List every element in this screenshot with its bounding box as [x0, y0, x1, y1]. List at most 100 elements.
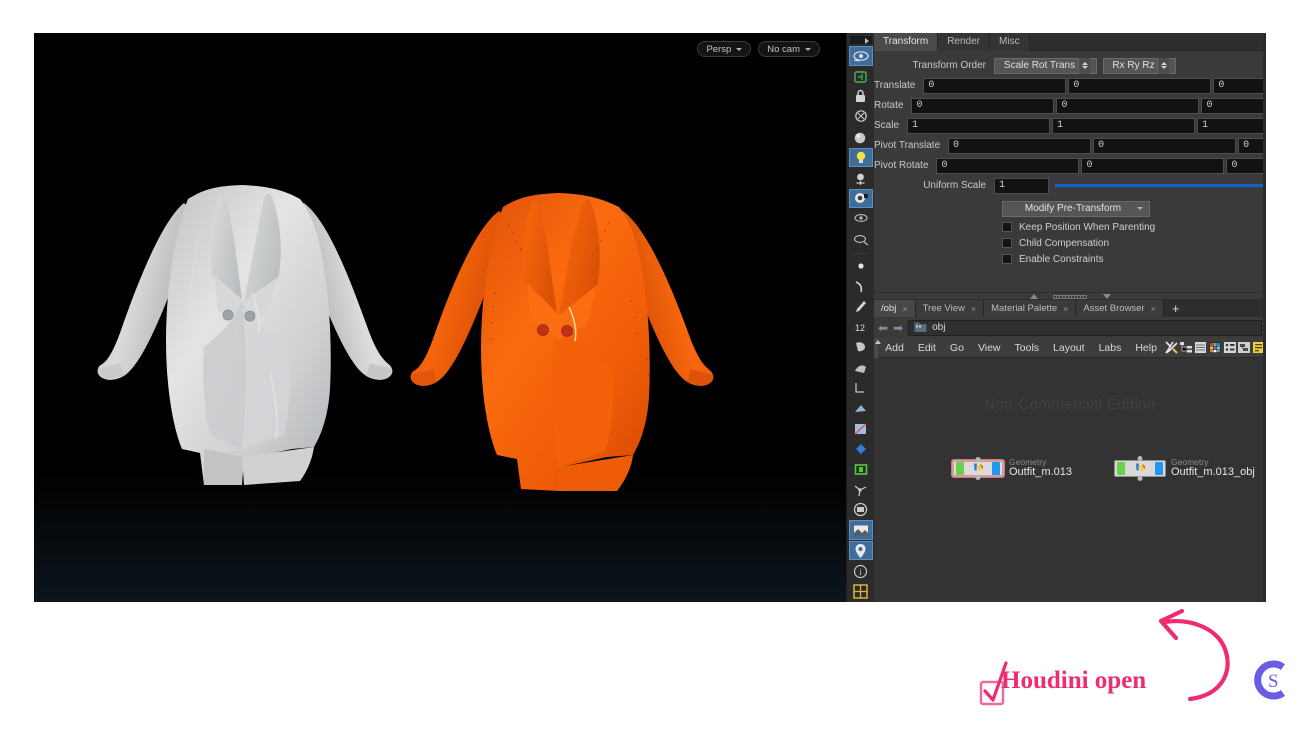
- ghost-icon[interactable]: [849, 107, 873, 126]
- spinner-icon[interactable]: [1078, 57, 1090, 74]
- splitter-collapse-down-icon[interactable]: [1103, 294, 1111, 299]
- translate-y-input[interactable]: 0: [1068, 77, 1212, 94]
- diamond-icon[interactable]: [849, 439, 873, 458]
- tab-render[interactable]: Render: [938, 33, 991, 51]
- sculpt-icon[interactable]: [849, 358, 873, 377]
- panel-splitter[interactable]: [874, 292, 1266, 300]
- checkbox-enable-constraints[interactable]: Enable Constraints: [1002, 251, 1266, 267]
- node-input-port[interactable]: [1137, 455, 1143, 461]
- pivot-rotate-z-input[interactable]: 0: [1226, 157, 1266, 174]
- node-output-port[interactable]: [975, 474, 981, 480]
- uniform-scale-input[interactable]: 1: [994, 177, 1049, 194]
- pivot-translate-z-input[interactable]: 0: [1238, 137, 1266, 154]
- menu-view[interactable]: View: [971, 338, 1008, 358]
- color-palette-icon[interactable]: [1208, 338, 1223, 358]
- network-tab-material-palette[interactable]: Material Palette ×: [984, 300, 1077, 317]
- node-shape-icon[interactable]: [1222, 338, 1237, 358]
- checkbox-child-compensation[interactable]: Child Compensation: [1002, 235, 1266, 251]
- camera-icon[interactable]: [848, 188, 873, 209]
- menu-edit[interactable]: Edit: [911, 338, 943, 358]
- tab-misc[interactable]: Misc: [990, 33, 1030, 51]
- snapshot-icon[interactable]: [849, 67, 873, 86]
- splitter-collapse-up-icon[interactable]: [1030, 294, 1038, 299]
- pivot-rotate-x-input[interactable]: 0: [936, 157, 1080, 174]
- info-icon[interactable]: i: [849, 561, 873, 580]
- lock-icon[interactable]: [849, 87, 873, 106]
- disc-icon[interactable]: [849, 500, 873, 519]
- garment-orange[interactable]: [409, 183, 739, 523]
- camera-mode-dropdown[interactable]: Persp: [697, 41, 752, 57]
- menu-go[interactable]: Go: [943, 338, 971, 358]
- brush-icon[interactable]: [849, 297, 873, 316]
- checkbox-box[interactable]: [1002, 222, 1012, 232]
- view-zoom-icon[interactable]: [849, 229, 873, 248]
- marker-pin-icon[interactable]: [848, 540, 873, 561]
- network-path-input[interactable]: obj: [908, 319, 1262, 336]
- viewport-toolbar[interactable]: 12 i: [846, 33, 874, 602]
- close-icon[interactable]: ×: [971, 304, 976, 314]
- network-tab-bar[interactable]: /obj × Tree View × Material Palette × As…: [874, 300, 1266, 317]
- close-icon[interactable]: ×: [1151, 304, 1156, 314]
- network-canvas[interactable]: Non-Commercial Edition Geometry Outfit_m…: [874, 358, 1266, 602]
- 3d-viewport[interactable]: Persp No cam: [34, 33, 846, 602]
- transform-order-srt-menu[interactable]: Scale Rot Trans: [994, 57, 1097, 74]
- list-icon[interactable]: [1193, 338, 1208, 358]
- network-menu-bar[interactable]: Add Edit Go View Tools Layout Labs Help: [874, 337, 1266, 358]
- menu-help[interactable]: Help: [1128, 338, 1164, 358]
- spinner-icon[interactable]: [1157, 57, 1169, 74]
- handle-move-icon[interactable]: [849, 168, 873, 187]
- parameter-tab-bar[interactable]: Transform Render Misc: [874, 33, 1266, 51]
- modify-pre-transform-menu[interactable]: Modify Pre-Transform: [1002, 200, 1150, 217]
- curve-icon[interactable]: [849, 277, 873, 296]
- menu-labs[interactable]: Labs: [1092, 338, 1129, 358]
- node-output-port[interactable]: [1137, 475, 1143, 481]
- point-icon[interactable]: [849, 257, 873, 276]
- rotate-y-input[interactable]: 0: [1056, 97, 1200, 114]
- smooth-icon[interactable]: [849, 378, 873, 397]
- close-icon[interactable]: ×: [1063, 304, 1068, 314]
- tools-wrench-icon[interactable]: [1164, 338, 1179, 358]
- green-box-icon[interactable]: [849, 460, 873, 479]
- garment-grey[interactable]: [92, 173, 422, 518]
- checkbox-box[interactable]: [1002, 254, 1012, 264]
- add-tab-button[interactable]: +: [1164, 300, 1188, 317]
- pivot-translate-y-input[interactable]: 0: [1093, 137, 1237, 154]
- network-tab-obj[interactable]: /obj ×: [874, 300, 916, 317]
- pivot-translate-x-input[interactable]: 0: [948, 137, 1092, 154]
- scale-z-input[interactable]: 1: [1197, 117, 1266, 134]
- sphere-icon[interactable]: [849, 128, 873, 147]
- checkbox-keep-position[interactable]: Keep Position When Parenting: [1002, 219, 1266, 235]
- texture-icon[interactable]: [849, 419, 873, 438]
- grid-toggle-icon[interactable]: [849, 582, 873, 601]
- transform-order-rot-menu[interactable]: Rx Ry Rz: [1103, 57, 1176, 74]
- node-outfit-m-013-obj[interactable]: Geometry Outfit_m.013_obj: [1114, 455, 1255, 481]
- uniform-scale-slider[interactable]: [1051, 178, 1266, 194]
- nav-forward-icon[interactable]: ➡: [893, 321, 903, 335]
- menu-drag-handle[interactable]: [874, 337, 882, 358]
- paint-icon[interactable]: [849, 338, 873, 357]
- hierarchy-icon[interactable]: [1179, 338, 1194, 358]
- menu-tools[interactable]: Tools: [1008, 338, 1047, 358]
- node-body[interactable]: [1114, 455, 1166, 481]
- tab-transform[interactable]: Transform: [874, 33, 939, 51]
- scale-x-input[interactable]: 1: [907, 117, 1051, 134]
- checkbox-box[interactable]: [1002, 238, 1012, 248]
- image-plane-icon[interactable]: [848, 520, 873, 540]
- translate-z-input[interactable]: 0: [1213, 77, 1266, 94]
- menu-layout[interactable]: Layout: [1046, 338, 1092, 358]
- network-tab-tree-view[interactable]: Tree View ×: [915, 300, 985, 317]
- pivot-rotate-y-input[interactable]: 0: [1081, 157, 1225, 174]
- scale-y-input[interactable]: 1: [1052, 117, 1196, 134]
- frame-12-icon[interactable]: 12: [849, 318, 873, 337]
- camera-select-dropdown[interactable]: No cam: [758, 41, 820, 57]
- nav-back-icon[interactable]: ⬅: [878, 321, 888, 335]
- node-body[interactable]: [952, 456, 1004, 480]
- measure-icon[interactable]: [849, 399, 873, 418]
- menu-add[interactable]: Add: [878, 338, 911, 358]
- network-tab-asset-browser[interactable]: Asset Browser ×: [1076, 300, 1164, 317]
- skeleton-icon[interactable]: [849, 480, 873, 499]
- rotate-z-input[interactable]: 0: [1201, 97, 1266, 114]
- node-outfit-m-013[interactable]: Geometry Outfit_m.013: [952, 456, 1072, 480]
- translate-x-input[interactable]: 0: [923, 77, 1067, 94]
- eye-icon[interactable]: [848, 46, 873, 66]
